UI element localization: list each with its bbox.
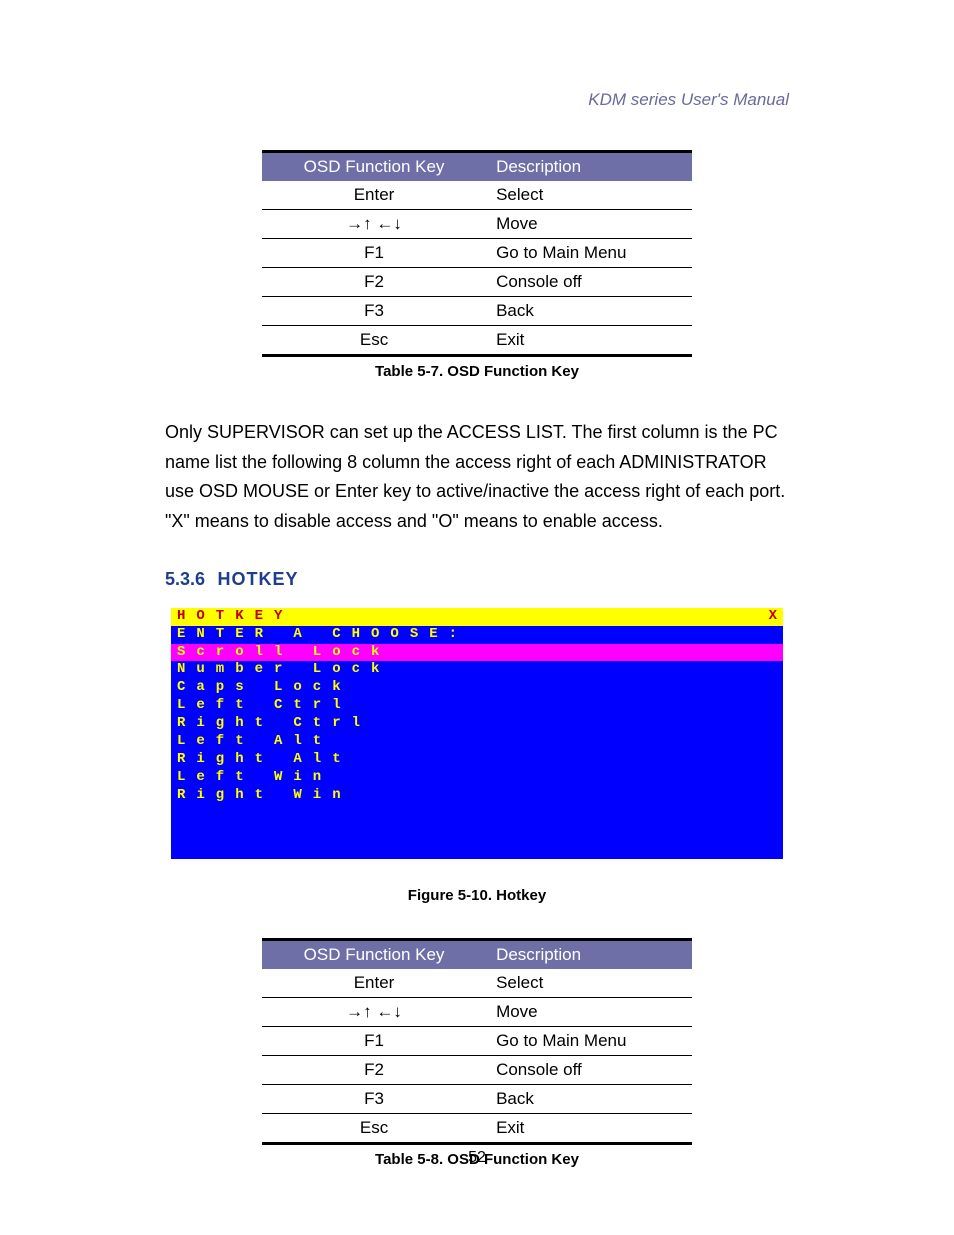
table2-cell: Back <box>484 1084 692 1113</box>
hotkey-item: Left Ctrl <box>171 697 783 715</box>
section-title: HOTKEY <box>218 569 299 589</box>
table1-cell: F2 <box>262 268 484 297</box>
table2-cell: Move <box>484 997 692 1026</box>
section-heading: 5.3.6 HOTKEY <box>165 569 789 590</box>
table1-cell: F1 <box>262 239 484 268</box>
table1-cell: Console off <box>484 268 692 297</box>
table2-header-key: OSD Function Key <box>262 939 484 969</box>
hotkey-item: Caps Lock <box>171 679 783 697</box>
table2-cell: Esc <box>262 1113 484 1143</box>
table1-cell: Select <box>484 181 692 210</box>
table1-cell: Esc <box>262 326 484 356</box>
table1-header-key: OSD Function Key <box>262 152 484 182</box>
figure-caption: Figure 5-10. Hotkey <box>165 887 789 904</box>
hotkey-title-text: HOTKEY <box>177 608 769 626</box>
hotkey-item: Number Lock <box>171 661 783 679</box>
hotkey-selected-item: Scroll Lock <box>171 644 783 662</box>
hotkey-prompt: ENTER A CHOOSE: <box>171 626 783 644</box>
table2-cell: Go to Main Menu <box>484 1026 692 1055</box>
hotkey-osd-figure: HOTKEY X ENTER A CHOOSE: Scroll Lock Num… <box>171 608 783 859</box>
table1-cell: →↑ ←↓ <box>262 210 484 239</box>
hotkey-item: Right Alt <box>171 751 783 769</box>
hotkey-item: Left Win <box>171 769 783 787</box>
osd-function-table-1: OSD Function Key Description Enter Selec… <box>262 150 692 357</box>
table1-caption: Table 5-7. OSD Function Key <box>165 363 789 380</box>
table1-cell: Enter <box>262 181 484 210</box>
hotkey-item: Left Alt <box>171 733 783 751</box>
table2-cell: Exit <box>484 1113 692 1143</box>
table1-cell: Move <box>484 210 692 239</box>
table2-header-desc: Description <box>484 939 692 969</box>
close-icon: X <box>769 608 777 626</box>
table2-cell: F2 <box>262 1055 484 1084</box>
page-number: 52 <box>0 1149 954 1167</box>
body-paragraph: Only SUPERVISOR can set up the ACCESS LI… <box>165 418 789 537</box>
table2-cell: Select <box>484 969 692 998</box>
table2-cell: F1 <box>262 1026 484 1055</box>
page: KDM series User's Manual OSD Function Ke… <box>0 0 954 1235</box>
running-header: KDM series User's Manual <box>165 90 789 110</box>
section-number: 5.3.6 <box>165 569 205 589</box>
table2-cell: →↑ ←↓ <box>262 997 484 1026</box>
osd-function-table-2: OSD Function Key Description Enter Selec… <box>262 938 692 1145</box>
table2-cell: Console off <box>484 1055 692 1084</box>
hotkey-item: Right Win <box>171 787 783 805</box>
hotkey-blank-area <box>171 805 783 859</box>
table1-cell: Exit <box>484 326 692 356</box>
hotkey-title-bar: HOTKEY X <box>171 608 783 626</box>
table1-header-desc: Description <box>484 152 692 182</box>
table2-cell: Enter <box>262 969 484 998</box>
table2-cell: F3 <box>262 1084 484 1113</box>
table1-cell: F3 <box>262 297 484 326</box>
hotkey-item: Right Ctrl <box>171 715 783 733</box>
table1-cell: Back <box>484 297 692 326</box>
table1-cell: Go to Main Menu <box>484 239 692 268</box>
